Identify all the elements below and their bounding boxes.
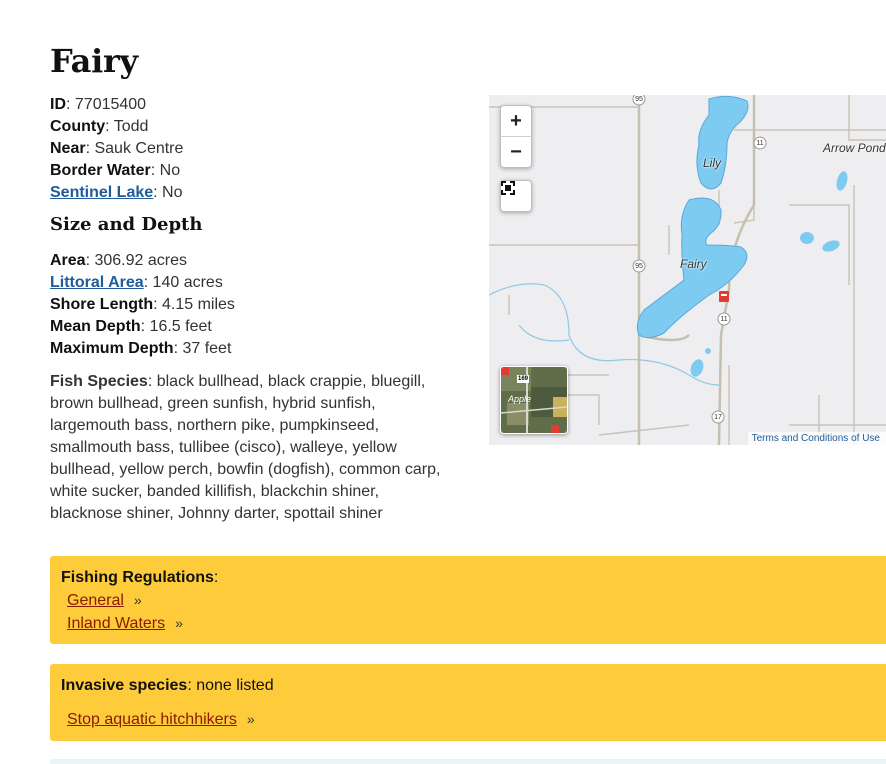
littoral-area-row: Littoral Area: 140 acres bbox=[50, 272, 450, 294]
chevron-right-icon: » bbox=[133, 592, 142, 608]
id-row: ID: 77015400 bbox=[50, 94, 450, 116]
invasive-species-value: : none listed bbox=[187, 677, 274, 694]
fishing-regulations-heading: Fishing Regulations: bbox=[61, 567, 886, 589]
stop-hitchhikers-link[interactable]: Stop aquatic hitchhikers bbox=[67, 711, 237, 728]
border-water-row: Border Water: No bbox=[50, 160, 450, 182]
max-depth-row: Maximum Depth: 37 feet bbox=[50, 338, 450, 360]
fish-species-label: Fish Species bbox=[50, 373, 148, 390]
invasive-species-row: Invasive species: none listed bbox=[61, 675, 886, 697]
regulation-item-general: General » bbox=[61, 589, 886, 612]
inset-shield-169: 169 bbox=[517, 375, 530, 383]
mean-depth-value: : 16.5 feet bbox=[140, 318, 212, 335]
sentinel-lake-link[interactable]: Sentinel Lake bbox=[50, 184, 153, 201]
shield-95-top: 95 bbox=[635, 96, 643, 103]
basemap-toggle[interactable]: 169 Apple bbox=[500, 366, 568, 434]
page-title: Fairy bbox=[50, 42, 138, 80]
zoom-control: + − bbox=[500, 105, 532, 168]
near-label: Near bbox=[50, 140, 86, 157]
zoom-in-button[interactable]: + bbox=[501, 106, 531, 137]
fullscreen-button[interactable] bbox=[500, 180, 532, 212]
county-row: County: Todd bbox=[50, 116, 450, 138]
fish-species: Fish Species: black bullhead, black crap… bbox=[50, 371, 450, 525]
area-value: : 306.92 acres bbox=[85, 252, 187, 269]
map-label-fairy: Fairy bbox=[680, 257, 707, 271]
zoom-out-button[interactable]: − bbox=[501, 137, 531, 167]
inland-waters-link[interactable]: Inland Waters bbox=[67, 615, 165, 632]
shore-length-label: Shore Length bbox=[50, 296, 154, 313]
max-depth-label: Maximum Depth bbox=[50, 340, 174, 357]
shore-length-row: Shore Length: 4.15 miles bbox=[50, 294, 450, 316]
area-row: Area: 306.92 acres bbox=[50, 250, 450, 272]
lake-facts: ID: 77015400 County: Todd Near: Sauk Cen… bbox=[50, 94, 450, 204]
near-row: Near: Sauk Centre bbox=[50, 138, 450, 160]
fish-species-list: : black bullhead, black crappie, bluegil… bbox=[50, 373, 441, 522]
id-label: ID bbox=[50, 96, 66, 113]
invasive-species-label: Invasive species bbox=[61, 677, 188, 694]
regulation-item-inland: Inland Waters » bbox=[61, 612, 886, 635]
next-section-edge bbox=[50, 759, 886, 764]
shield-11-top: 11 bbox=[756, 140, 763, 147]
id-value: : 77015400 bbox=[66, 96, 147, 113]
shore-length-value: : 4.15 miles bbox=[153, 296, 235, 313]
near-value: : Sauk Centre bbox=[85, 140, 184, 157]
mean-depth-label: Mean Depth bbox=[50, 318, 141, 335]
hitchhikers-row: Stop aquatic hitchhikers » bbox=[61, 708, 886, 731]
size-depth-section: Area: 306.92 acres Littoral Area: 140 ac… bbox=[50, 250, 450, 360]
littoral-area-link[interactable]: Littoral Area bbox=[50, 274, 144, 291]
general-regulations-link[interactable]: General bbox=[67, 592, 124, 609]
border-water-label: Border Water bbox=[50, 162, 151, 179]
sentinel-lake-value: : No bbox=[153, 184, 183, 201]
map-label-lily: Lily bbox=[703, 156, 722, 170]
county-value: : Todd bbox=[105, 118, 149, 135]
max-depth-value: : 37 feet bbox=[173, 340, 232, 357]
shield-17: 17 bbox=[714, 414, 722, 421]
mean-depth-row: Mean Depth: 16.5 feet bbox=[50, 316, 450, 338]
fishing-regulations-label: Fishing Regulations bbox=[61, 569, 214, 586]
lake-map[interactable]: 95 11 95 11 17 Lily Fairy Arrow Pond + − bbox=[489, 95, 886, 445]
county-label: County bbox=[50, 118, 106, 135]
map-attribution[interactable]: Terms and Conditions of Use bbox=[747, 432, 886, 445]
fishing-regulations-panel: Fishing Regulations: General » Inland Wat… bbox=[50, 556, 886, 644]
inset-label: Apple bbox=[508, 394, 532, 404]
area-label: Area bbox=[50, 252, 86, 269]
fishing-regulations-colon: : bbox=[213, 569, 219, 586]
fullscreen-icon bbox=[501, 181, 515, 195]
chevron-right-icon: » bbox=[246, 711, 255, 727]
border-water-value: : No bbox=[150, 162, 181, 179]
shield-11-mid: 11 bbox=[720, 316, 727, 323]
shield-95-mid: 95 bbox=[635, 263, 643, 270]
littoral-area-value: : 140 acres bbox=[143, 274, 223, 291]
invasive-species-panel: Invasive species: none listed Stop aquat… bbox=[50, 664, 886, 741]
chevron-right-icon: » bbox=[175, 615, 183, 631]
size-depth-heading: Size and Depth bbox=[50, 214, 203, 235]
map-label-arrow-pond: Arrow Pond bbox=[823, 141, 886, 155]
sentinel-lake-row: Sentinel Lake: No bbox=[50, 182, 450, 204]
